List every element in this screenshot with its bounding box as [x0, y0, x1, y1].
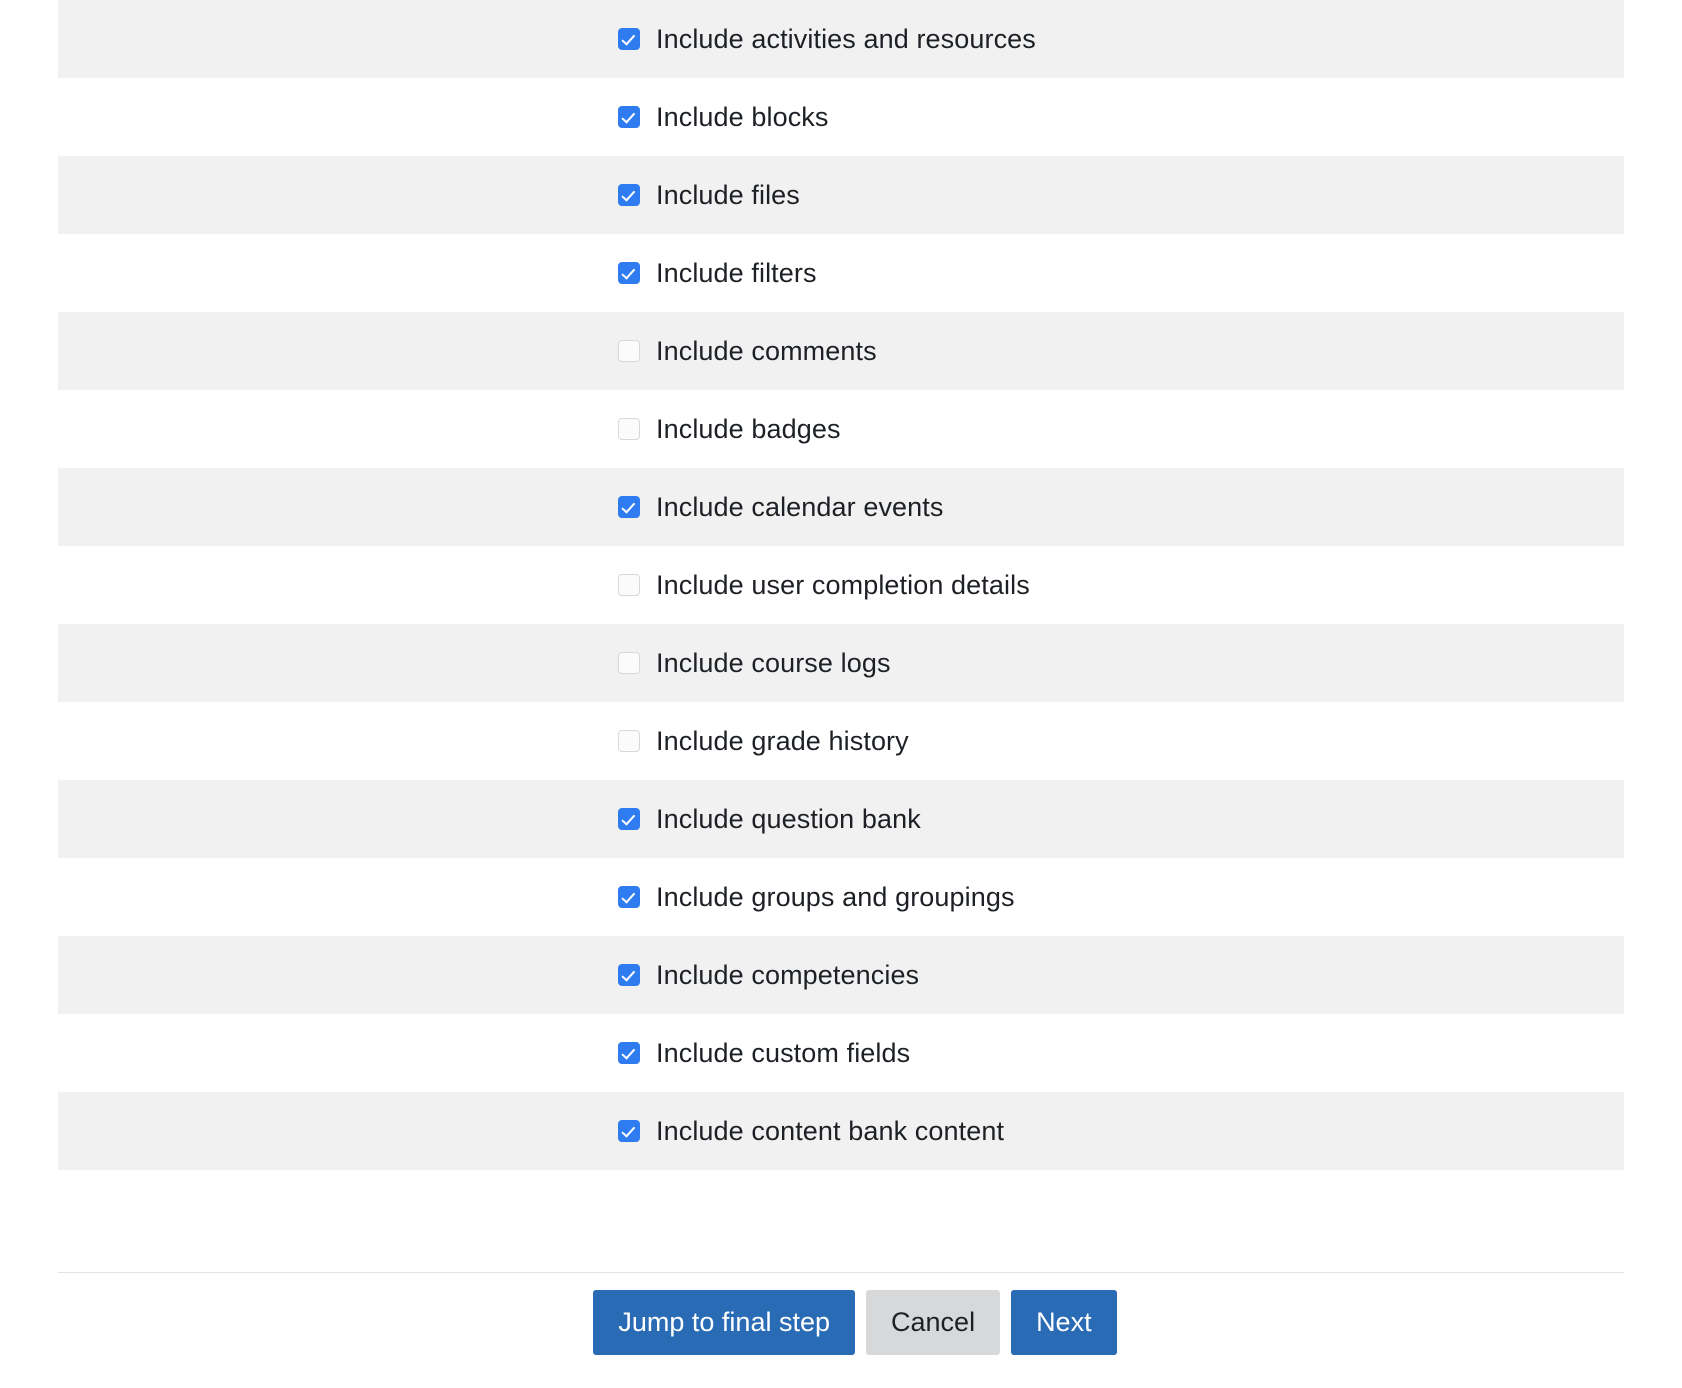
setting-checkbox-3[interactable]: Include filters: [618, 257, 817, 289]
checkbox-checked-icon[interactable]: [618, 28, 640, 50]
setting-label: Include blocks: [656, 102, 829, 132]
setting-row: Include competencies: [58, 936, 1624, 1014]
checkbox-checked-icon[interactable]: [618, 106, 640, 128]
setting-checkbox-13[interactable]: Include custom fields: [618, 1037, 910, 1069]
backup-settings-page: Include activities and resources Include …: [0, 0, 1682, 1388]
setting-row: Include groups and groupings: [58, 858, 1624, 936]
setting-row: Include course logs: [58, 624, 1624, 702]
checkbox-unchecked-icon[interactable]: [618, 652, 640, 674]
setting-row: Include files: [58, 156, 1624, 234]
setting-row: Include question bank: [58, 780, 1624, 858]
setting-row: Include filters: [58, 234, 1624, 312]
setting-label: Include groups and groupings: [656, 882, 1015, 912]
setting-checkbox-10[interactable]: Include question bank: [618, 803, 921, 835]
footer-separator: [58, 1272, 1624, 1273]
setting-row: Include badges: [58, 390, 1624, 468]
setting-label: Include files: [656, 180, 800, 210]
setting-label: Include course logs: [656, 648, 891, 678]
setting-label: Include badges: [656, 414, 841, 444]
setting-checkbox-4[interactable]: Include comments: [618, 335, 877, 367]
footer-action-bar: Jump to final step Cancel Next: [0, 1290, 1682, 1355]
setting-checkbox-9[interactable]: Include grade history: [618, 725, 909, 757]
setting-row: Include content bank content: [58, 1092, 1624, 1170]
setting-row: Include grade history: [58, 702, 1624, 780]
setting-row: Include calendar events: [58, 468, 1624, 546]
setting-checkbox-5[interactable]: Include badges: [618, 413, 841, 445]
setting-label: Include competencies: [656, 960, 920, 990]
setting-label: Include comments: [656, 336, 877, 366]
checkbox-checked-icon[interactable]: [618, 1120, 640, 1142]
setting-row: Include activities and resources: [58, 0, 1624, 78]
setting-row: Include blocks: [58, 78, 1624, 156]
checkbox-unchecked-icon[interactable]: [618, 340, 640, 362]
setting-label: Include question bank: [656, 804, 921, 834]
checkbox-checked-icon[interactable]: [618, 262, 640, 284]
checkbox-checked-icon[interactable]: [618, 1042, 640, 1064]
setting-checkbox-1[interactable]: Include blocks: [618, 101, 829, 133]
setting-label: Include content bank content: [656, 1116, 1005, 1146]
setting-checkbox-0[interactable]: Include activities and resources: [618, 23, 1036, 55]
setting-label: Include calendar events: [656, 492, 944, 522]
setting-label: Include custom fields: [656, 1038, 911, 1068]
setting-row: Include user completion details: [58, 546, 1624, 624]
setting-checkbox-12[interactable]: Include competencies: [618, 959, 919, 991]
setting-checkbox-2[interactable]: Include files: [618, 179, 800, 211]
setting-label: Include grade history: [656, 726, 909, 756]
setting-checkbox-14[interactable]: Include content bank content: [618, 1115, 1004, 1147]
setting-label: Include filters: [656, 258, 817, 288]
setting-checkbox-6[interactable]: Include calendar events: [618, 491, 944, 523]
setting-label: Include activities and resources: [656, 24, 1036, 54]
checkbox-unchecked-icon[interactable]: [618, 418, 640, 440]
checkbox-checked-icon[interactable]: [618, 496, 640, 518]
checkbox-checked-icon[interactable]: [618, 184, 640, 206]
checkbox-checked-icon[interactable]: [618, 886, 640, 908]
checkbox-unchecked-icon[interactable]: [618, 730, 640, 752]
jump-to-final-step-button[interactable]: Jump to final step: [593, 1290, 856, 1355]
setting-label: Include user completion details: [656, 570, 1030, 600]
setting-checkbox-11[interactable]: Include groups and groupings: [618, 881, 1015, 913]
setting-row: Include comments: [58, 312, 1624, 390]
checkbox-checked-icon[interactable]: [618, 964, 640, 986]
setting-checkbox-8[interactable]: Include course logs: [618, 647, 891, 679]
setting-row: Include custom fields: [58, 1014, 1624, 1092]
backup-settings-list: Include activities and resources Include …: [0, 0, 1682, 1170]
checkbox-checked-icon[interactable]: [618, 808, 640, 830]
setting-checkbox-7[interactable]: Include user completion details: [618, 569, 1030, 601]
cancel-button[interactable]: Cancel: [866, 1290, 1001, 1355]
next-button[interactable]: Next: [1011, 1290, 1117, 1355]
checkbox-unchecked-icon[interactable]: [618, 574, 640, 596]
